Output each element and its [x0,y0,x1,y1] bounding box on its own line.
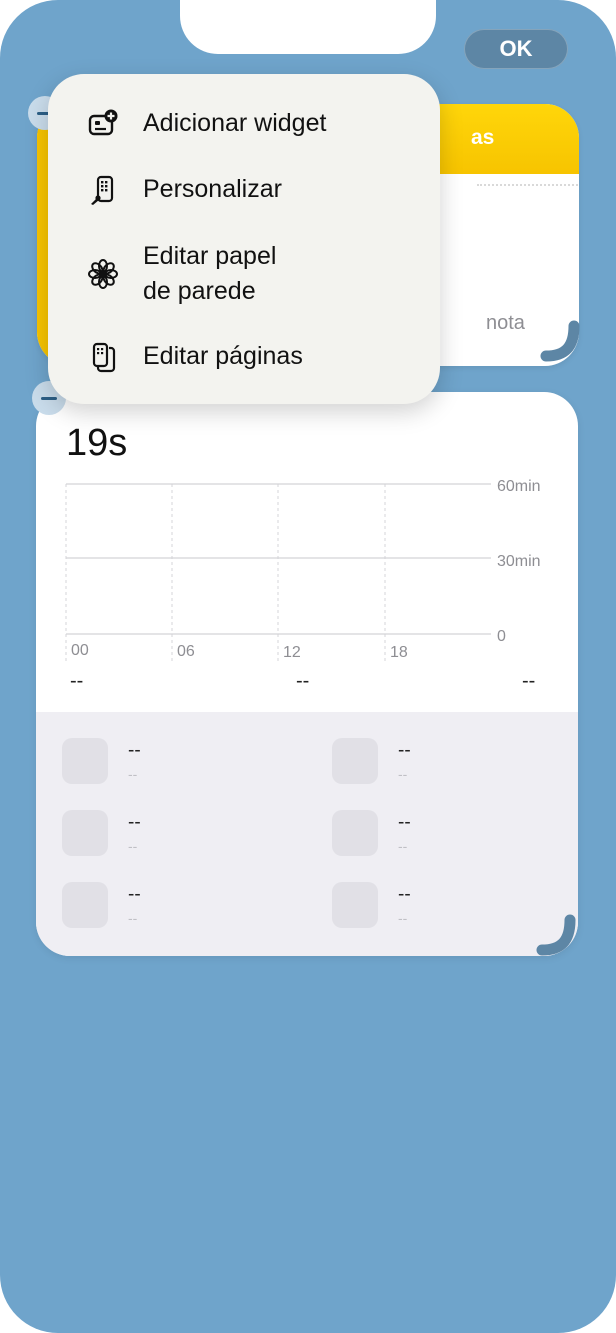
menu-item-label: Editar páginas [143,342,303,370]
app-item[interactable]: -- -- [62,882,312,932]
menu-item-label: Personalizar [143,175,282,203]
customize-icon [86,173,120,207]
menu-item-add-widget[interactable]: Adicionar widget [48,106,440,142]
category-value-1: -- [70,670,84,692]
app-placeholder-icon [332,882,378,928]
category-summary-row: -- -- -- [36,670,578,692]
notes-widget-title: as [471,126,495,149]
y-label-60min: 60min [497,478,541,495]
y-label-0: 0 [497,628,506,645]
ok-button[interactable]: OK [464,29,568,69]
minus-icon [41,396,57,400]
app-time: -- [128,766,138,782]
device-notch [180,0,436,54]
add-widget-icon [86,107,120,141]
notes-widget-resize-handle[interactable] [540,320,586,366]
wallpaper-flower-icon [86,257,120,291]
app-time: -- [398,766,408,782]
app-item[interactable]: -- -- [62,738,312,788]
screen-time-chart: 60min 30min 0 00 06 12 18 [65,478,541,662]
screen-time-widget[interactable]: 19s 60min 30min 0 00 06 12 18 -- -- -- -… [36,392,578,956]
resize-handle-icon [540,320,580,362]
app-item[interactable]: -- -- [332,738,578,788]
x-label-00: 00 [71,642,89,659]
app-placeholder-icon [62,882,108,928]
menu-item-label-line2: de parede [143,277,256,305]
menu-item-label: Adicionar widget [143,109,327,137]
category-value-2: -- [296,670,310,692]
x-label-06: 06 [177,643,195,660]
app-name: -- [398,884,411,905]
menu-item-customize[interactable]: Personalizar [48,172,440,208]
pages-icon [86,340,120,374]
app-time: -- [128,838,138,854]
x-label-12: 12 [283,644,301,661]
app-time: -- [398,838,408,854]
app-name: -- [398,812,411,833]
y-label-30min: 30min [497,553,541,570]
edit-context-menu: Adicionar widget Personalizar Editar pap… [48,74,440,404]
app-placeholder-icon [62,738,108,784]
app-item[interactable]: -- -- [62,810,312,860]
menu-item-label-line1: Editar papel [143,242,277,270]
category-value-3: -- [522,670,536,692]
screen-time-widget-resize-handle[interactable] [536,914,582,960]
resize-handle-icon [536,914,576,956]
notes-widget-divider [477,184,579,186]
app-name: -- [128,884,141,905]
most-used-apps-section: -- -- -- -- -- -- -- -- -- -- -- -- [36,712,578,956]
menu-item-edit-wallpaper[interactable]: Editar papel de parede [48,239,440,309]
home-screen-edit-mode: OK as nota 19s 60min 30min 0 00 06 12 18 [0,0,616,1333]
app-placeholder-icon [332,810,378,856]
app-name: -- [128,812,141,833]
app-placeholder-icon [62,810,108,856]
app-placeholder-icon [332,738,378,784]
app-time: -- [128,910,138,926]
app-name: -- [398,740,411,761]
menu-item-edit-pages[interactable]: Editar páginas [48,339,440,375]
app-time: -- [398,910,408,926]
app-item[interactable]: -- -- [332,810,578,860]
x-label-18: 18 [390,644,408,661]
notes-widget-placeholder: nota [486,312,525,334]
app-name: -- [128,740,141,761]
